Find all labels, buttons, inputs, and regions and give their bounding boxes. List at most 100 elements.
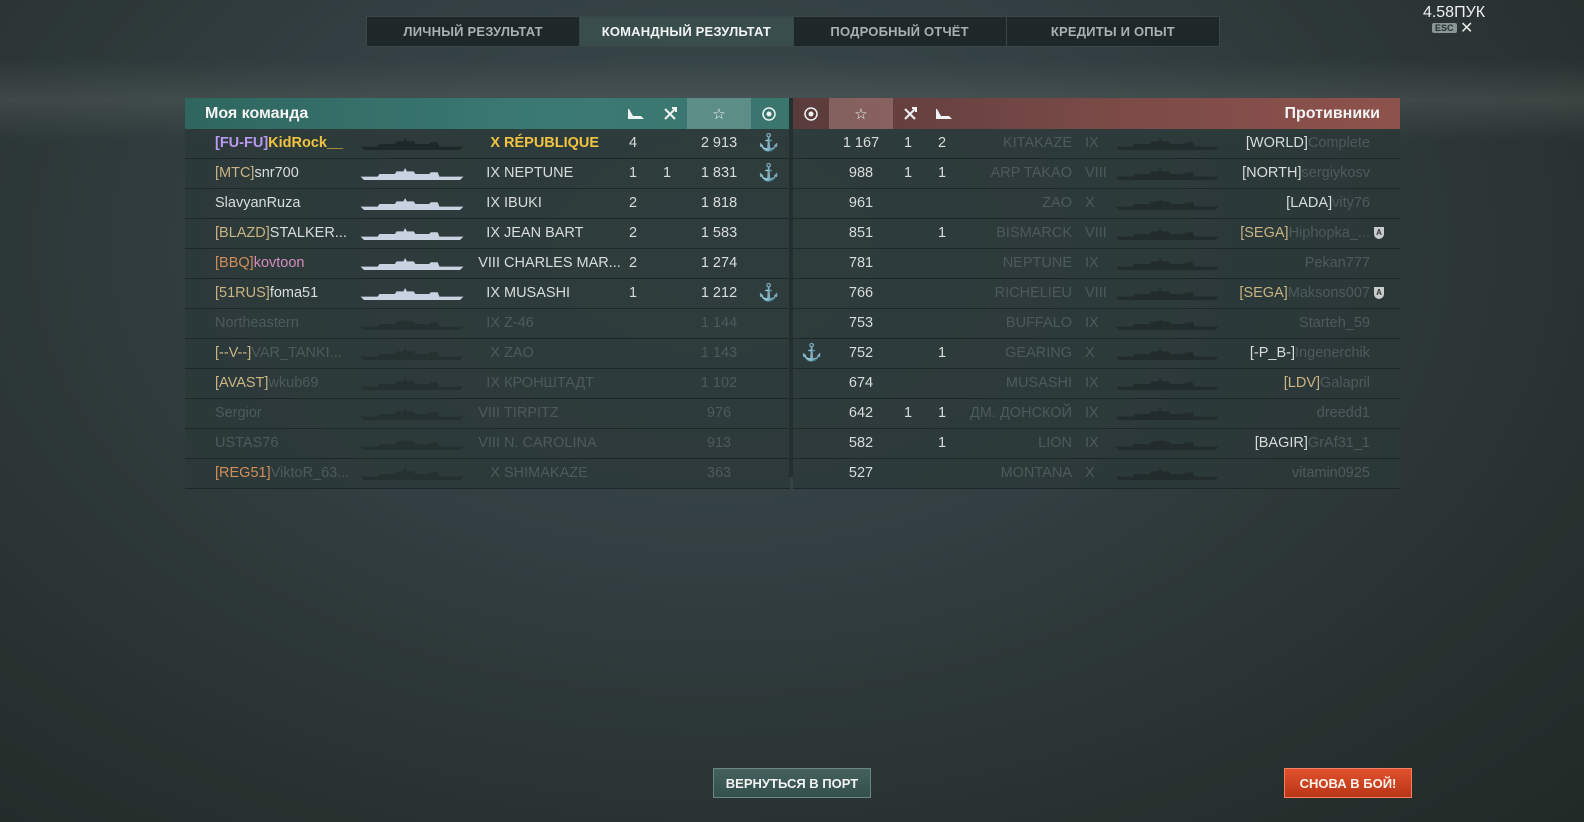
score-value: 988 [848, 165, 874, 181]
laurel-icon[interactable] [751, 98, 787, 129]
ship-name: CHARLES MAR... [504, 255, 621, 271]
my-team-header: Моя команда ☆ [185, 98, 790, 129]
table-row[interactable]: 851 1 BISMARCK VIII [SEGA]Hiphopka_... A [793, 219, 1400, 249]
star-icon[interactable]: ☆ [687, 98, 751, 129]
table-row[interactable]: [REG51]ViktoR_63... X SHIMAKAZE 363 [185, 459, 790, 489]
enemy-team-rows: 1 167 1 2 KITAKAZE IX [WORLD]Complete 988 1 1 ARP… [793, 129, 1400, 489]
ship-silhouette [360, 378, 464, 390]
player-name: [BAGIR]GrAf31_1 [1255, 435, 1370, 451]
table-row[interactable]: SlavyanRuza IX IBUKI 2 1 818 [185, 189, 790, 219]
ship-tier: VIII [1085, 285, 1107, 301]
tab-credits-xp[interactable]: КРЕДИТЫ И ОПЫТ [1007, 17, 1219, 46]
player-nick: wkub69 [268, 375, 319, 391]
ship-tier: VIII [1085, 165, 1107, 181]
player-name: USTAS76 [215, 435, 278, 451]
player-nick: Northeastern [215, 315, 299, 331]
table-row[interactable]: 582 1 LION IX [BAGIR]GrAf31_1 [793, 429, 1400, 459]
clan-tag: [LADA] [1286, 195, 1333, 211]
ship-name: ДМ. ДОНСКОЙ [970, 405, 1072, 421]
anchor-icon: ⚓ [758, 283, 780, 302]
ship-kill-icon[interactable] [893, 98, 927, 129]
table-row[interactable]: 1 167 1 2 KITAKAZE IX [WORLD]Complete [793, 129, 1400, 159]
player-name: [REG51]ViktoR_63... [215, 465, 349, 481]
ship-silhouette [1115, 138, 1219, 150]
planes-count: 1 [938, 345, 947, 361]
table-row[interactable]: 642 1 1 ДМ. ДОНСКОЙ IX dreedd1 [793, 399, 1400, 429]
ship-tier: X [1085, 195, 1095, 211]
return-to-port-button[interactable]: ВЕРНУТЬСЯ В ПОРТ [713, 768, 871, 798]
player-name: [51RUS]foma51 [215, 285, 318, 301]
ship-kill-icon[interactable] [653, 98, 687, 129]
table-row[interactable]: 961 ZAO X [LADA]vity76 [793, 189, 1400, 219]
planes-count: 1 [938, 405, 947, 421]
planes-count: 4 [629, 135, 638, 151]
table-row[interactable]: 753 BUFFALO IX Starteh_59 [793, 309, 1400, 339]
table-row[interactable]: [BBQ]kovtoon VIII CHARLES MAR... 2 1 274 [185, 249, 790, 279]
planes-count: 2 [629, 255, 638, 271]
ship-silhouette [360, 318, 464, 330]
ship-name: BUFFALO [1005, 315, 1072, 331]
tab-detailed-report[interactable]: ПОДРОБНЫЙ ОТЧЁТ [794, 17, 1007, 46]
esc-key-label: ESC [1432, 23, 1457, 33]
player-nick: USTAS76 [215, 435, 279, 451]
clan-tag: [NORTH] [1242, 165, 1302, 181]
ship-tier: IX [486, 315, 500, 331]
score-value: 781 [848, 255, 874, 271]
ship-tier: IX [1085, 135, 1099, 151]
ship-name: ZAO [1042, 195, 1072, 211]
table-row[interactable]: [--V--]VAR_TANKI... X ZAO 1 143 [185, 339, 790, 369]
my-team-table: Моя команда ☆ [FU-FU]KidRock__ X RÉPUBLIQU… [185, 98, 790, 489]
score-value: 1 583 [700, 225, 738, 241]
player-name: [WORLD]Complete [1246, 135, 1370, 151]
table-row[interactable]: 988 1 1 ARP TAKAO VIII [NORTH]sergiykosv [793, 159, 1400, 189]
clan-tag: [SEGA] [1240, 225, 1289, 241]
score-value: 1 274 [700, 255, 738, 271]
player-nick: Complete [1307, 135, 1370, 151]
ship-name: MUSASHI [1005, 375, 1072, 391]
table-row[interactable]: Sergior VIII TIRPITZ 976 [185, 399, 790, 429]
laurel-icon[interactable] [793, 98, 829, 129]
table-row[interactable]: [AVAST]wkub69 IX КРОНШТАДТ 1 102 [185, 369, 790, 399]
plane-icon[interactable] [927, 98, 961, 129]
player-nick: ViktoR_63... [270, 465, 350, 481]
table-row[interactable]: USTAS76 VIII N. CAROLINA 913 [185, 429, 790, 459]
table-row[interactable]: Northeastern IX Z-46 1 144 [185, 309, 790, 339]
score-value: 2 913 [700, 135, 738, 151]
tab-personal-result[interactable]: ЛИЧНЫЙ РЕЗУЛЬТАТ [367, 17, 581, 46]
table-row[interactable]: 527 MONTANA Xvitamin0925 [793, 459, 1400, 489]
table-row[interactable]: 766 RICHELIEU VIII [SEGA]Maksons007 A [793, 279, 1400, 309]
ship-name: MUSASHI [504, 285, 571, 301]
ship-name: RICHELIEU [994, 285, 1072, 301]
table-row[interactable]: 674 MUSASHI IX [LDV]Galapril [793, 369, 1400, 399]
star-icon[interactable]: ☆ [829, 98, 893, 129]
ship-silhouette [360, 348, 464, 360]
table-row[interactable]: ⚓ 752 1 GEARING X [-P_B-]Ingenerchik [793, 339, 1400, 369]
tab-team-result[interactable]: КОМАНДНЫЙ РЕЗУЛЬТАТ [580, 17, 794, 46]
plane-icon[interactable] [619, 98, 653, 129]
ship-tier: X [1085, 465, 1095, 481]
table-row[interactable]: [51RUS]foma51 IX MUSASHI 1 1 212 ⚓ [185, 279, 790, 309]
planes-count: 1 [938, 435, 947, 451]
table-row[interactable]: [MTC]snr700 IX NEPTUNE 1 1 1 831 ⚓ [185, 159, 790, 189]
ship-name: IBUKI [504, 195, 542, 211]
battle-again-button[interactable]: СНОВА В БОЙ! [1284, 768, 1412, 798]
score-value: 766 [848, 285, 874, 301]
table-row[interactable]: 781 NEPTUNE IX Pekan777 [793, 249, 1400, 279]
planes-count: 1 [629, 165, 638, 181]
planes-count: 2 [938, 135, 947, 151]
ship-name: LION [1038, 435, 1072, 451]
kills-count: 1 [904, 135, 913, 151]
ship-silhouette [1115, 198, 1219, 210]
ship-name: JEAN BART [504, 225, 584, 241]
close-icon[interactable]: ✕ [1460, 18, 1473, 38]
ship-name: BISMARCK [996, 225, 1072, 241]
player-nick: KidRock__ [268, 135, 344, 151]
clan-tag: [BAGIR] [1254, 435, 1308, 451]
ship-silhouette [360, 408, 464, 420]
enemy-team-table: ☆ Противники 1 167 1 2 KITAKAZE IX [WORLD]Com… [793, 98, 1400, 489]
ship-silhouette [1115, 258, 1219, 270]
table-row[interactable]: [FU-FU]KidRock__ X RÉPUBLIQUE 4 2 913 ⚓ [185, 129, 790, 159]
table-row[interactable]: [BLAZD]STALKER... IX JEAN BART 2 1 583 [185, 219, 790, 249]
ship-tier: IX [1085, 255, 1099, 271]
clan-tag: [BLAZD] [215, 225, 270, 241]
